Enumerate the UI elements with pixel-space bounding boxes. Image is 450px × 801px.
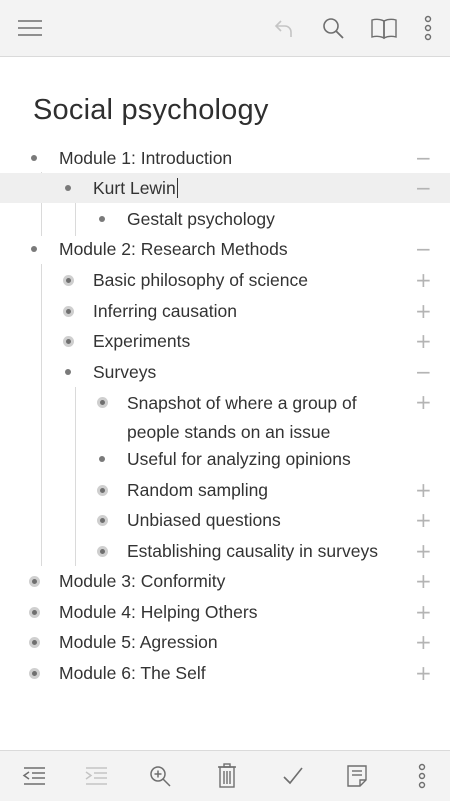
expand-icon[interactable]: +: [415, 541, 432, 561]
outline-item[interactable]: Module 4: Helping Others +: [0, 597, 450, 627]
collapsed-bullet-icon[interactable]: [60, 333, 76, 349]
top-toolbar: [0, 0, 450, 57]
expand-icon[interactable]: +: [415, 632, 432, 652]
collapse-icon[interactable]: −: [415, 148, 432, 168]
outline-item[interactable]: Experiments +: [0, 326, 450, 356]
outline-item[interactable]: Gestalt psychology: [0, 204, 450, 234]
outline-item-text[interactable]: Experiments: [93, 328, 190, 354]
collapsed-bullet-icon[interactable]: [94, 512, 110, 528]
expand-icon[interactable]: +: [415, 602, 432, 622]
outline-item[interactable]: Establishing causality in surveys +: [0, 536, 450, 566]
outline-item-text[interactable]: Module 1: Introduction: [59, 145, 232, 171]
outline-item-text[interactable]: Surveys: [93, 359, 156, 385]
note-icon[interactable]: [337, 751, 377, 801]
outline-item-text[interactable]: Useful for analyzing opinions: [127, 446, 351, 472]
expand-icon[interactable]: +: [415, 331, 432, 351]
outline-item-text[interactable]: Kurt Lewin: [93, 175, 178, 201]
trash-icon[interactable]: [207, 751, 247, 801]
expand-icon[interactable]: +: [415, 270, 432, 290]
collapsed-bullet-icon[interactable]: [94, 482, 110, 498]
outline-item[interactable]: Unbiased questions +: [0, 505, 450, 535]
outline-item[interactable]: Module 1: Introduction −: [0, 143, 450, 173]
outline-item[interactable]: Random sampling +: [0, 475, 450, 505]
zoom-in-icon[interactable]: [140, 751, 180, 801]
outline-item[interactable]: Module 5: Agression +: [0, 627, 450, 657]
collapsed-bullet-icon[interactable]: [26, 665, 42, 681]
bullet-icon[interactable]: [26, 241, 42, 257]
outline-item[interactable]: Inferring causation +: [0, 296, 450, 326]
check-icon[interactable]: [273, 751, 313, 801]
expand-icon[interactable]: +: [415, 510, 432, 530]
book-icon[interactable]: [364, 0, 404, 56]
outline-item-text[interactable]: Establishing causality in surveys: [127, 538, 378, 564]
outline-item[interactable]: Basic philosophy of science +: [0, 265, 450, 295]
outline-item-text[interactable]: Module 3: Conformity: [59, 568, 225, 594]
collapsed-bullet-icon[interactable]: [26, 604, 42, 620]
outline-item-text[interactable]: Module 2: Research Methods: [59, 236, 288, 262]
collapsed-bullet-icon[interactable]: [94, 543, 110, 559]
outline-item[interactable]: Module 2: Research Methods −: [0, 234, 450, 264]
undo-icon[interactable]: [266, 0, 302, 56]
search-icon[interactable]: [315, 0, 351, 56]
bottom-toolbar: [0, 750, 450, 801]
expand-icon[interactable]: +: [415, 663, 432, 683]
outline-item-text[interactable]: Module 4: Helping Others: [59, 599, 257, 625]
document-title[interactable]: Social psychology: [33, 94, 269, 127]
outline-item-text[interactable]: Basic philosophy of science: [93, 267, 308, 293]
outline-item[interactable]: Useful for analyzing opinions: [0, 444, 450, 474]
collapse-icon[interactable]: −: [415, 178, 432, 198]
bullet-icon[interactable]: [60, 364, 76, 380]
text-cursor: [176, 178, 178, 198]
indent-icon[interactable]: [76, 751, 116, 801]
bullet-icon[interactable]: [94, 211, 110, 227]
collapsed-bullet-icon[interactable]: [94, 394, 110, 410]
outline-item[interactable]: Module 3: Conformity +: [0, 566, 450, 596]
expand-icon[interactable]: +: [415, 392, 432, 412]
collapsed-bullet-icon[interactable]: [26, 573, 42, 589]
more-vertical-icon[interactable]: [414, 0, 442, 56]
outline-item[interactable]: Module 6: The Self +: [0, 658, 450, 688]
outline-item-text[interactable]: Module 6: The Self: [59, 660, 206, 686]
outline-item-text[interactable]: Random sampling: [127, 477, 268, 503]
outline-item[interactable]: Surveys −: [0, 357, 450, 387]
outline-item[interactable]: Kurt Lewin −: [0, 173, 450, 203]
outline-item-text[interactable]: Inferring causation: [93, 298, 237, 324]
bullet-icon[interactable]: [94, 451, 110, 467]
outline-item-text[interactable]: Gestalt psychology: [127, 206, 275, 232]
collapsed-bullet-icon[interactable]: [26, 634, 42, 650]
outline-item[interactable]: Snapshot of where a group of people stan…: [0, 387, 450, 443]
collapse-icon[interactable]: −: [415, 239, 432, 259]
outline-item-text[interactable]: Module 5: Agression: [59, 629, 218, 655]
collapsed-bullet-icon[interactable]: [60, 303, 76, 319]
expand-icon[interactable]: +: [415, 571, 432, 591]
expand-icon[interactable]: +: [415, 480, 432, 500]
outline-item-text[interactable]: Unbiased questions: [127, 507, 281, 533]
more-vertical-icon[interactable]: [402, 751, 442, 801]
outdent-icon[interactable]: [14, 751, 54, 801]
expand-icon[interactable]: +: [415, 301, 432, 321]
menu-icon[interactable]: [10, 0, 50, 56]
collapsed-bullet-icon[interactable]: [60, 272, 76, 288]
bullet-icon[interactable]: [26, 150, 42, 166]
collapse-icon[interactable]: −: [415, 362, 432, 382]
outline-item-text[interactable]: Snapshot of where a group of people stan…: [127, 389, 387, 447]
bullet-icon[interactable]: [60, 180, 76, 196]
